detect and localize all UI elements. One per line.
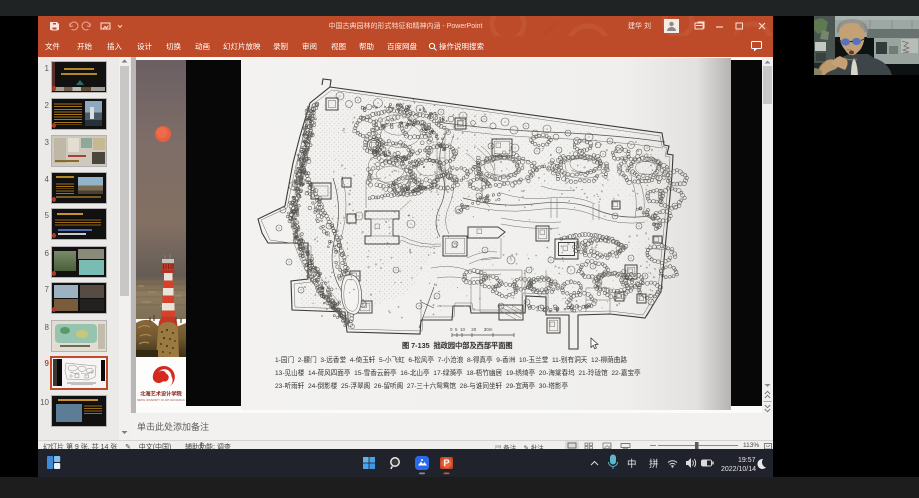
svg-text:1-园门 2-腰门 3-远香堂 4-倚玉轩 5-小飞: 1-园门 2-腰门 3-远香堂 4-倚玉轩 5-小飞虹 6-松风亭 7-小沧浪 … [275,355,627,364]
svg-text:0 5 10 20 30m: 0 5 10 20 30m [450,327,493,332]
svg-text:拼: 拼 [649,458,659,470]
svg-text:19:57: 19:57 [738,457,756,464]
svg-text:P: P [443,458,449,468]
svg-text:BEIHAI UNIVERSITY OF ART AND D: BEIHAI UNIVERSITY OF ART AND DESIGN [137,399,185,402]
svg-text:23-听雨轩 24-倒影楼 25-浮翠阁 26-留听阁: 23-听雨轩 24-倒影楼 25-浮翠阁 26-留听阁 27-三十六鸳鸯馆 28… [275,381,569,390]
svg-text:图 7-135 拙政园中部及西部平面图: 图 7-135 拙政园中部及西部平面图 [402,341,513,350]
svg-text:北海艺术设计学院: 北海艺术设计学院 [140,390,182,398]
svg-text:中: 中 [627,458,637,470]
svg-text:2022/10/14: 2022/10/14 [721,466,756,473]
svg-text:13-见山楼 14-荷风四面亭 15-雪香云蔚亭 16: 13-见山楼 14-荷风四面亭 15-雪香云蔚亭 16-北山亭 17-绿漪亭 1… [275,368,641,377]
svg-text:N: N [434,282,437,287]
